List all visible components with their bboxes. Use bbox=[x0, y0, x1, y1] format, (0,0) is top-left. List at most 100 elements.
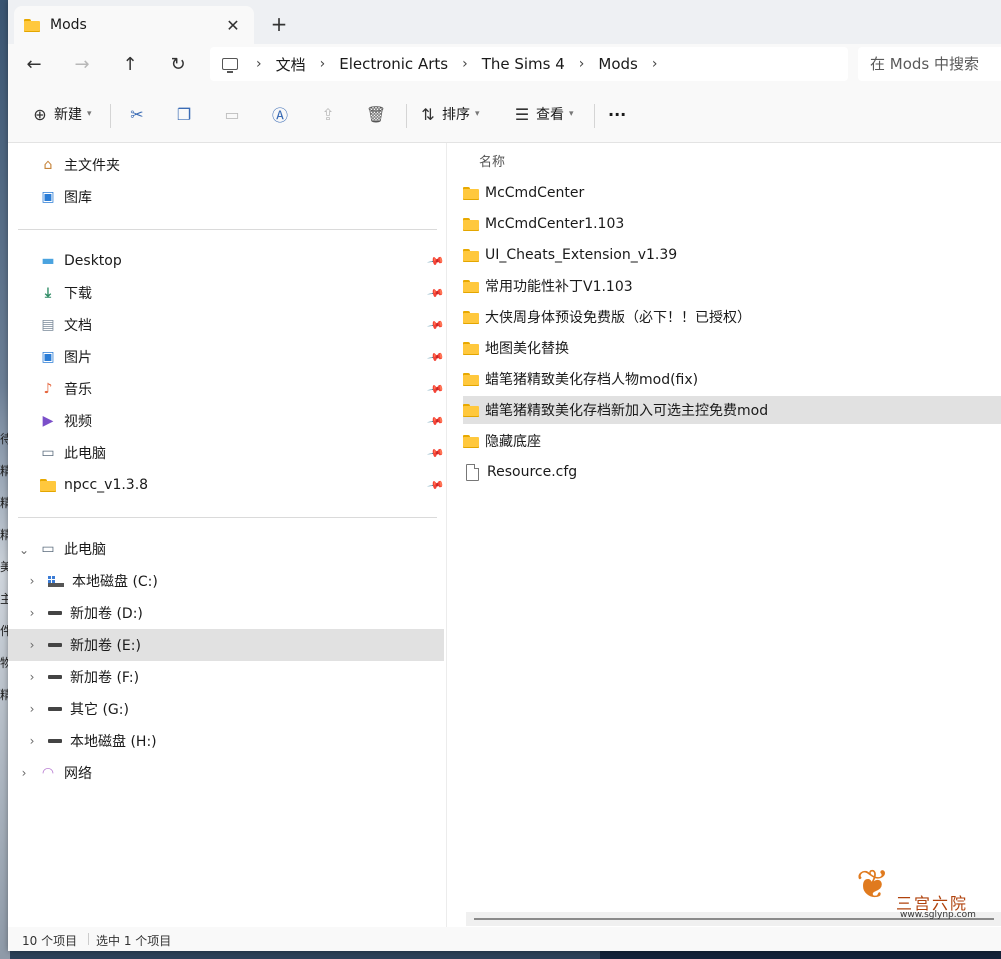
list-item[interactable]: 大侠周身体预设免费版（必下！！已授权） bbox=[463, 303, 1001, 331]
close-tab-icon[interactable]: ✕ bbox=[222, 16, 244, 35]
refresh-button[interactable]: ↻ bbox=[164, 52, 192, 78]
sort-button[interactable]: ⇅ 排序 ▾ bbox=[414, 100, 479, 128]
list-item[interactable]: Resource.cfg bbox=[463, 458, 1001, 486]
pin-icon[interactable]: 📌 bbox=[427, 444, 446, 463]
navigation-bar: ← → ↑ ↻ › 文档 › Electronic Arts › The Sim… bbox=[8, 44, 1001, 86]
sidebar-item-documents[interactable]: ▤ 文档 bbox=[40, 311, 92, 339]
new-tab-button[interactable]: + bbox=[266, 11, 292, 37]
up-button[interactable]: ↑ bbox=[116, 52, 144, 78]
list-item[interactable]: 常用功能性补丁V1.103 bbox=[463, 272, 1001, 300]
pin-icon[interactable]: 📌 bbox=[427, 412, 446, 431]
pin-icon[interactable]: 📌 bbox=[427, 252, 446, 271]
folder-icon bbox=[463, 186, 479, 200]
music-icon: ♪ bbox=[43, 381, 53, 397]
tab-title: Mods bbox=[50, 17, 87, 33]
delete-button[interactable]: 🗑 bbox=[362, 100, 390, 128]
chevron-right-icon[interactable]: › bbox=[24, 574, 40, 588]
sidebar-item-videos[interactable]: ▶ 视频 bbox=[40, 407, 92, 435]
list-item[interactable]: 地图美化替换 bbox=[463, 334, 1001, 362]
pin-icon[interactable]: 📌 bbox=[427, 348, 446, 367]
pin-icon[interactable]: 📌 bbox=[427, 476, 446, 495]
list-item-selected[interactable]: 蜡笔猪精致美化存档新加入可选主控免费mod bbox=[463, 396, 1001, 424]
sidebar-item-drive-c[interactable]: 本地磁盘 (C:) bbox=[48, 567, 158, 595]
share-icon: ⇪ bbox=[321, 104, 335, 124]
file-list: 名称 McCmdCenter McCmdCenter1.103 UI_Cheat… bbox=[447, 143, 1001, 913]
tab-mods[interactable]: Mods ✕ bbox=[14, 6, 254, 44]
share-button[interactable]: ⇪ bbox=[314, 100, 342, 128]
sidebar-item-downloads[interactable]: ⤓ 下载 bbox=[40, 279, 92, 307]
file-explorer-window: Mods ✕ + ← → ↑ ↻ › 文档 › Electronic Arts … bbox=[8, 0, 1001, 951]
view-button[interactable]: ☰ 查看 ▾ bbox=[508, 100, 574, 128]
chevron-right-icon[interactable]: › bbox=[24, 638, 40, 652]
more-options-button[interactable]: ··· bbox=[608, 100, 626, 128]
chevron-right-icon[interactable]: › bbox=[24, 670, 40, 684]
toolbar-divider bbox=[110, 104, 111, 128]
back-button[interactable]: ← bbox=[20, 52, 48, 78]
pictures-icon: ▣ bbox=[41, 349, 55, 365]
column-header-name[interactable]: 名称 bbox=[479, 151, 505, 170]
sidebar-item-pictures[interactable]: ▣ 图片 bbox=[40, 343, 92, 371]
sort-icon: ⇅ bbox=[421, 104, 435, 124]
copy-button[interactable]: ❐ bbox=[170, 100, 198, 128]
sidebar-item-drive-f[interactable]: 新加卷 (F:) bbox=[48, 663, 139, 691]
breadcrumb-item[interactable]: Electronic Arts bbox=[331, 55, 456, 73]
folder-icon bbox=[463, 372, 479, 386]
breadcrumb-item[interactable]: 文档 bbox=[268, 54, 314, 75]
chevron-right-icon[interactable]: › bbox=[24, 606, 40, 620]
list-item[interactable]: McCmdCenter1.103 bbox=[463, 210, 1001, 238]
pin-icon[interactable]: 📌 bbox=[427, 316, 446, 335]
sidebar-divider bbox=[18, 229, 437, 230]
chevron-down-icon[interactable]: ⌄ bbox=[16, 543, 32, 557]
view-list-icon: ☰ bbox=[514, 104, 530, 124]
list-item[interactable]: 隐藏底座 bbox=[463, 427, 1001, 455]
sidebar-item-gallery[interactable]: ▣ 图库 bbox=[40, 183, 92, 211]
chevron-right-icon[interactable]: › bbox=[24, 702, 40, 716]
folder-icon bbox=[463, 434, 479, 448]
breadcrumb-item[interactable]: Mods bbox=[590, 55, 645, 73]
sidebar-item-drive-d[interactable]: 新加卷 (D:) bbox=[48, 599, 143, 627]
gallery-icon: ▣ bbox=[41, 189, 55, 205]
view-label: 查看 bbox=[536, 107, 564, 123]
sidebar-item-desktop[interactable]: ▬ Desktop bbox=[40, 247, 121, 275]
command-bar: ⊕ 新建 ▾ ✂ ❐ ▭ Ⓐ ⇪ 🗑 ⇅ 排序 ▾ ☰ 查看 ▾ ··· bbox=[8, 86, 1001, 143]
new-button[interactable]: ⊕ 新建 ▾ bbox=[26, 100, 91, 128]
chevron-right-icon[interactable]: › bbox=[24, 734, 40, 748]
chevron-down-icon: ▾ bbox=[569, 109, 574, 119]
sidebar-item-drive-h[interactable]: 本地磁盘 (H:) bbox=[48, 727, 157, 755]
list-item[interactable]: McCmdCenter bbox=[463, 179, 1001, 207]
sidebar-item-music[interactable]: ♪ 音乐 bbox=[40, 375, 92, 403]
status-divider bbox=[88, 933, 89, 945]
breadcrumb-separator-icon[interactable]: › bbox=[646, 56, 664, 72]
rename-icon: Ⓐ bbox=[271, 106, 288, 125]
sidebar-item-drive-e[interactable]: 新加卷 (E:) bbox=[48, 631, 141, 659]
desktop-icon: ▬ bbox=[41, 253, 55, 269]
sidebar-item-home[interactable]: ⌂ 主文件夹 bbox=[40, 151, 120, 179]
address-bar[interactable]: › 文档 › Electronic Arts › The Sims 4 › Mo… bbox=[210, 47, 848, 81]
forward-button[interactable]: → bbox=[68, 52, 96, 78]
pin-icon[interactable]: 📌 bbox=[427, 380, 446, 399]
drive-icon bbox=[48, 739, 62, 743]
list-item[interactable]: UI_Cheats_Extension_v1.39 bbox=[463, 241, 1001, 269]
sidebar-item-drive-g[interactable]: 其它 (G:) bbox=[48, 695, 129, 723]
chevron-right-icon[interactable]: › bbox=[16, 766, 32, 780]
sidebar-divider bbox=[18, 517, 437, 518]
breadcrumb-item[interactable]: The Sims 4 bbox=[474, 55, 573, 73]
rename-button[interactable]: Ⓐ bbox=[266, 100, 294, 128]
trash-icon: 🗑 bbox=[365, 104, 387, 124]
drive-icon bbox=[48, 675, 62, 679]
list-item[interactable]: 蜡笔猪精致美化存档人物mod(fix) bbox=[463, 365, 1001, 393]
watermark-logo: ❦ 三宫六院 www.sglynp.com bbox=[856, 862, 986, 928]
pin-icon[interactable]: 📌 bbox=[427, 284, 446, 303]
paste-button[interactable]: ▭ bbox=[218, 100, 246, 128]
drive-icon bbox=[48, 611, 62, 615]
sidebar-item-network[interactable]: ◠ 网络 bbox=[40, 759, 92, 787]
item-count: 10 个项目 bbox=[22, 934, 78, 948]
status-bar: 10 个项目 选中 1 个项目 bbox=[8, 927, 1001, 951]
search-input[interactable] bbox=[858, 47, 1001, 81]
breadcrumb-separator-icon: › bbox=[578, 56, 585, 72]
sidebar-item-npcc[interactable]: npcc_v1.3.8 bbox=[40, 471, 148, 499]
cut-button[interactable]: ✂ bbox=[123, 100, 151, 128]
folder-icon bbox=[463, 248, 479, 262]
sidebar-item-this-pc-pinned[interactable]: ▭ 此电脑 bbox=[40, 439, 106, 467]
sidebar-item-this-pc[interactable]: ▭ 此电脑 bbox=[40, 535, 106, 563]
